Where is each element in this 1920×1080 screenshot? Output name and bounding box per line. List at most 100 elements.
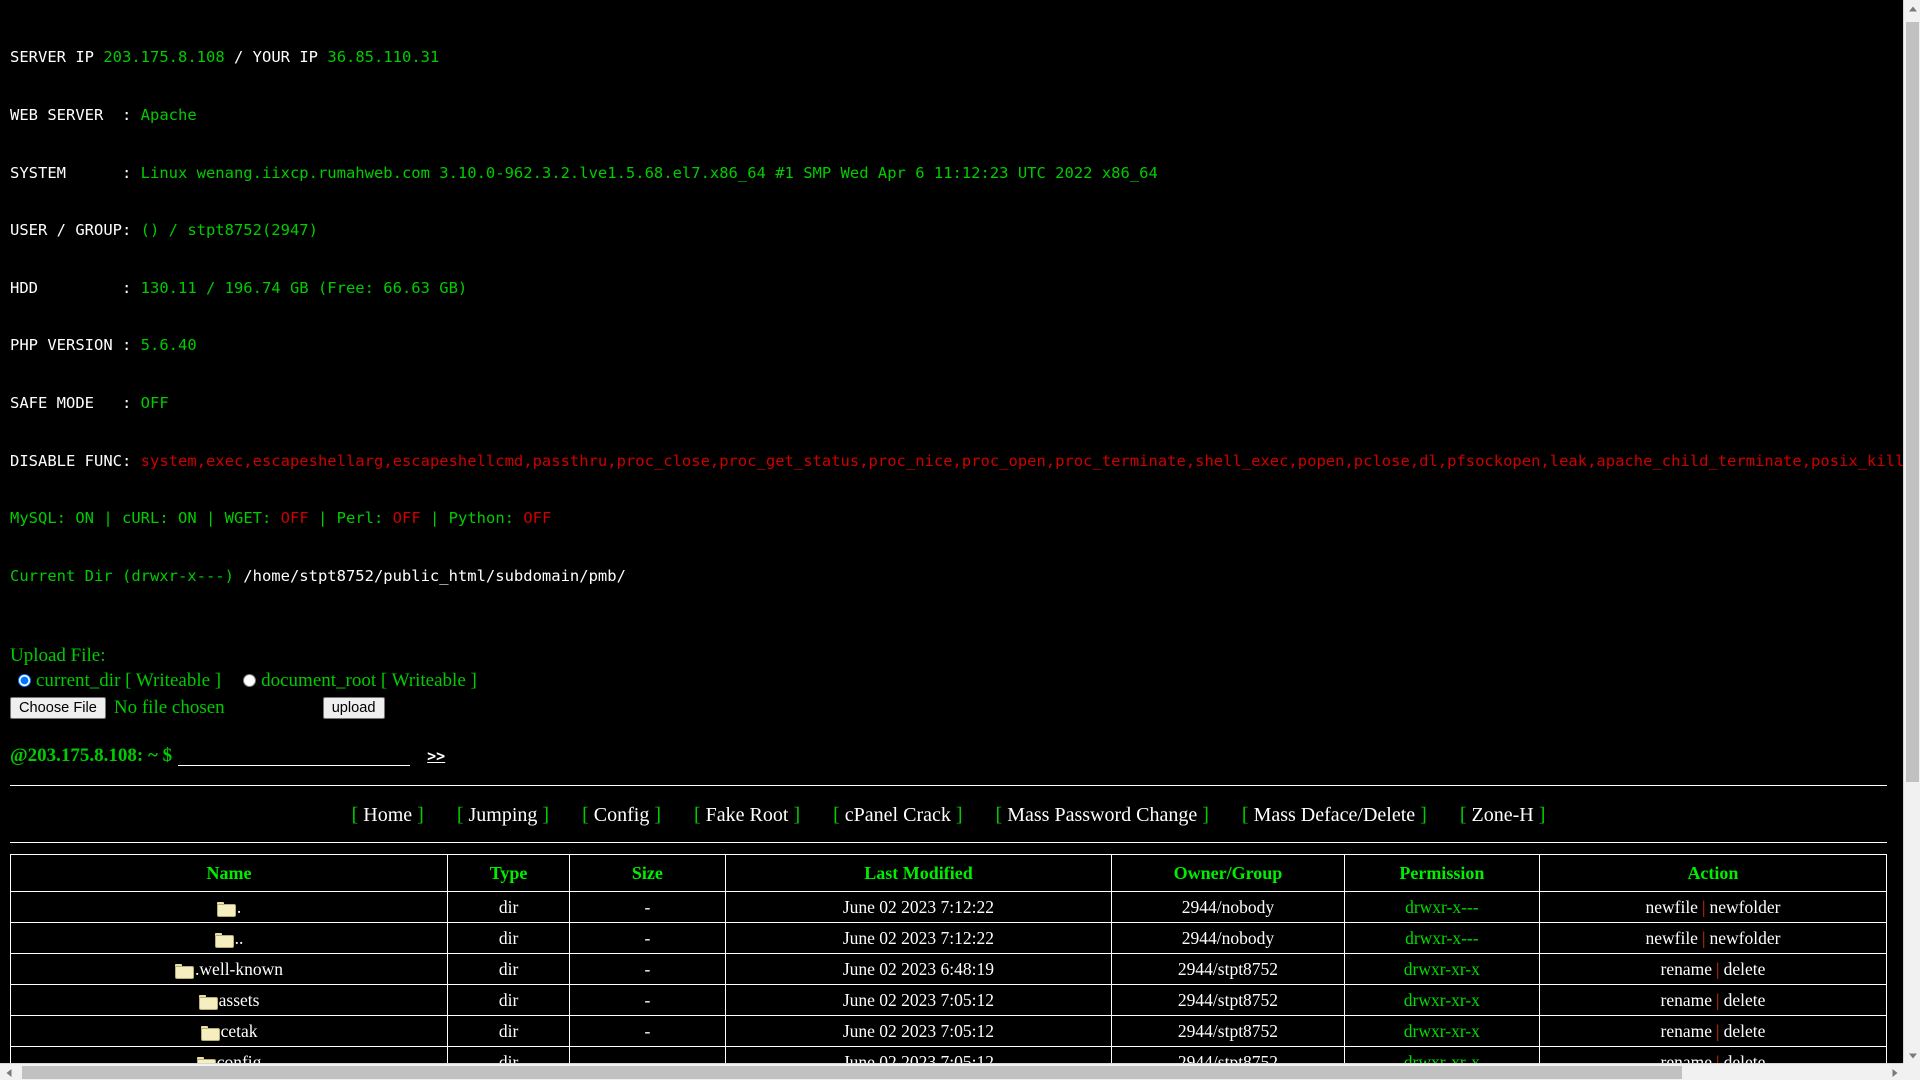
server-ip-label: SERVER IP (10, 48, 94, 67)
file-listing: Name Type Size Last Modified Owner/Group… (9, 853, 1903, 1064)
action-delete-link[interactable]: delete (1724, 990, 1766, 1010)
horizontal-scroll-thumb[interactable] (22, 1066, 1682, 1079)
bracket-open: [ (582, 803, 589, 826)
permission-value[interactable]: drwxr-x--- (1405, 897, 1479, 917)
action-newfolder-link[interactable]: newfolder (1709, 897, 1780, 917)
action-newfolder-link[interactable]: newfolder (1709, 928, 1780, 948)
current-dir-row: Current Dir (drwxr-x---) /home/stpt8752/… (10, 567, 1903, 586)
nav-item-jumping[interactable]: [ Jumping ] (457, 802, 549, 828)
table-row: config dir - June 02 2023 7:05:12 2944/stpt8… (9, 1045, 1888, 1064)
column-header-size[interactable]: Size (569, 853, 726, 892)
permission-value[interactable]: drwxr-xr-x (1404, 990, 1480, 1010)
safe-mode-value: OFF (140, 394, 169, 413)
php-version-row: PHP VERSION : 5.6.40 (10, 336, 1903, 355)
sep-2: | (196, 509, 225, 528)
bracket-open: [ (995, 803, 1003, 826)
choose-file-button[interactable]: Choose File (10, 696, 106, 719)
cell-last-modified: June 02 2023 6:48:19 (724, 952, 1113, 985)
column-header-type[interactable]: Type (447, 853, 571, 892)
column-header-action[interactable]: Action (1538, 853, 1888, 892)
action-newfile-link[interactable]: newfile (1645, 897, 1697, 917)
action-separator: | (1716, 958, 1720, 979)
command-input[interactable] (178, 747, 411, 766)
permission-value[interactable]: drwxr-xr-x (1404, 959, 1480, 979)
table-row: cetak dir - June 02 2023 7:05:12 2944/stpt87… (9, 1014, 1888, 1047)
cell-name: config (9, 1045, 449, 1064)
cell-last-modified: June 02 2023 7:05:12 (724, 1014, 1113, 1047)
upload-section: Upload File: current_dir [ Writeable ] d… (10, 645, 1903, 719)
horizontal-scrollbar[interactable] (0, 1063, 1903, 1080)
file-name-link[interactable]: . (237, 897, 241, 917)
scrollbar-corner (1903, 1063, 1920, 1080)
nav-item-mass-deface-delete[interactable]: [ Mass Deface/Delete ] (1242, 802, 1427, 828)
system-value: Linux wenang.iixcp.rumahweb.com 3.10.0-9… (140, 163, 1158, 182)
scroll-down-arrow-icon[interactable] (1904, 1047, 1920, 1064)
scroll-up-arrow-icon[interactable] (1904, 0, 1920, 17)
cell-name: . (9, 890, 449, 923)
file-table-header-row: Name Type Size Last Modified Owner/Group… (9, 853, 1888, 892)
cell-permission: drwxr-xr-x (1343, 1045, 1540, 1064)
current-dir-value[interactable]: /home/stpt8752/public_html/subdomain/pmb… (243, 567, 626, 585)
php-version-label: PHP VERSION : (10, 336, 141, 355)
action-separator: | (1716, 989, 1720, 1010)
bracket-close: ] (654, 803, 661, 826)
nav-item-config[interactable]: [ Config ] (582, 802, 661, 828)
file-table-head: Name Type Size Last Modified Owner/Group… (9, 853, 1888, 892)
hdd-label: HDD : (10, 278, 141, 297)
radio-current-dir[interactable] (18, 674, 31, 687)
folder-icon (175, 963, 195, 979)
column-header-name[interactable]: Name (9, 853, 449, 892)
permission-value[interactable]: drwxr-x--- (1405, 928, 1479, 948)
mysql-label: MySQL: (10, 509, 76, 528)
file-table-body: . dir - June 02 2023 7:12:22 2944/nobody drwx… (9, 890, 1888, 1064)
file-name-link[interactable]: .well-known (195, 959, 283, 979)
column-header-permission[interactable]: Permission (1343, 853, 1540, 892)
cell-size: - (569, 983, 726, 1016)
nav-item-cpanel-crack[interactable]: [ cPanel Crack ] (833, 802, 962, 828)
cell-last-modified: June 02 2023 7:12:22 (724, 890, 1113, 923)
perl-value: OFF (392, 509, 421, 528)
file-name-link[interactable]: .. (235, 928, 244, 948)
action-separator: | (1701, 927, 1706, 948)
web-server-row: WEB SERVER : Apache (10, 106, 1903, 125)
nav-item-fake-root[interactable]: [ Fake Root ] (694, 802, 800, 828)
bracket-close: ] (417, 803, 424, 826)
column-header-owner-group[interactable]: Owner/Group (1111, 853, 1345, 892)
table-row: .. dir - June 02 2023 7:12:22 2944/nobody drw… (9, 921, 1888, 954)
file-name-link[interactable]: assets (219, 990, 260, 1010)
sep-4: | (420, 509, 449, 528)
vertical-scrollbar[interactable] (1903, 0, 1920, 1064)
nav-item-zone-h[interactable]: [ Zone-H ] (1460, 802, 1546, 828)
vertical-scroll-thumb[interactable] (1906, 22, 1919, 782)
nav-item-mass-password-change[interactable]: [ Mass Password Change ] (996, 802, 1209, 828)
cell-type: dir (447, 1014, 571, 1047)
file-name-link[interactable]: cetak (221, 1021, 258, 1041)
cell-owner-group: 2944/stpt8752 (1111, 1045, 1345, 1064)
cell-permission: drwxr-xr-x (1343, 952, 1540, 985)
action-delete-link[interactable]: delete (1724, 959, 1766, 979)
browser-viewport: SERVER IP 203.175.8.108 / YOUR IP 36.85.… (0, 0, 1920, 1080)
server-ip-value: 203.175.8.108 (103, 48, 225, 67)
php-version-value: 5.6.40 (140, 336, 197, 355)
command-submit-button[interactable]: >> (427, 747, 445, 765)
server-ip-row: SERVER IP 203.175.8.108 / YOUR IP 36.85.… (10, 48, 1903, 67)
cell-name: assets (9, 983, 449, 1016)
action-rename-link[interactable]: rename (1661, 959, 1713, 979)
action-rename-link[interactable]: rename (1661, 990, 1713, 1010)
scroll-right-arrow-icon[interactable] (1886, 1064, 1903, 1080)
nav-item-home[interactable]: [ Home ] (352, 802, 424, 828)
divider-top (10, 784, 1887, 786)
cell-action: rename | delete (1538, 952, 1888, 985)
permission-value[interactable]: drwxr-xr-x (1404, 1021, 1480, 1041)
column-header-last-modified[interactable]: Last Modified (724, 853, 1113, 892)
sep-1: | (94, 509, 122, 528)
action-delete-link[interactable]: delete (1724, 1021, 1766, 1041)
cell-owner-group: 2944/nobody (1111, 921, 1345, 954)
action-newfile-link[interactable]: newfile (1645, 928, 1697, 948)
upload-button[interactable]: upload (322, 696, 385, 719)
radio-document-root[interactable] (243, 674, 257, 687)
action-rename-link[interactable]: rename (1661, 1021, 1713, 1041)
scroll-left-arrow-icon[interactable] (0, 1064, 17, 1080)
radio-current-dir-label: current_dir [ Writeable ] (36, 669, 222, 691)
main-nav: [ Home ] [ Jumping ] [ Config ] [ Fake R… (10, 802, 1903, 828)
